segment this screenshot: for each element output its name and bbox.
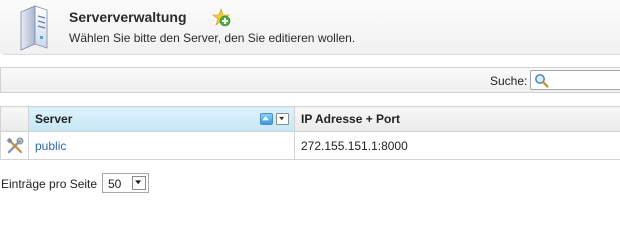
server-table: Server IP Adresse + Port public 272.155.…: [0, 106, 620, 160]
tools-icon[interactable]: [6, 137, 24, 155]
ip-port-value: 272.155.151.1:8000: [301, 138, 408, 153]
column-header-server[interactable]: Server: [28, 106, 295, 132]
sort-asc-icon[interactable]: [260, 113, 273, 125]
column-header-ip[interactable]: IP Adresse + Port: [294, 106, 620, 132]
per-page-select[interactable]: 50: [102, 173, 149, 193]
per-page-value: 50: [108, 177, 122, 191]
server-name-cell[interactable]: public: [28, 131, 295, 160]
add-icon[interactable]: [212, 8, 231, 27]
page-header: Serververwaltung Wählen Sie bitte den Se…: [0, 0, 620, 55]
chevron-down-icon[interactable]: [132, 176, 146, 190]
search-bar: Suche:: [0, 67, 620, 93]
search-label: Suche:: [490, 74, 528, 88]
table-row: public 272.155.151.1:8000: [0, 131, 620, 160]
column-header-actions: [0, 106, 29, 132]
server-icon: [20, 5, 48, 51]
page-title: Serververwaltung: [69, 9, 187, 25]
table-header-row: Server IP Adresse + Port: [0, 106, 620, 132]
per-page-label: Einträge pro Seite: [1, 177, 98, 191]
search-input[interactable]: [530, 70, 620, 90]
column-header-label: IP Adresse + Port: [301, 112, 401, 126]
row-edit-cell[interactable]: [0, 131, 29, 160]
column-menu-button[interactable]: [276, 113, 289, 125]
column-header-label: Server: [35, 112, 73, 126]
page-subtitle: Wählen Sie bitte den Server, den Sie edi…: [69, 31, 356, 45]
ip-port-cell: 272.155.151.1:8000: [294, 131, 620, 160]
server-link[interactable]: public: [29, 139, 66, 153]
